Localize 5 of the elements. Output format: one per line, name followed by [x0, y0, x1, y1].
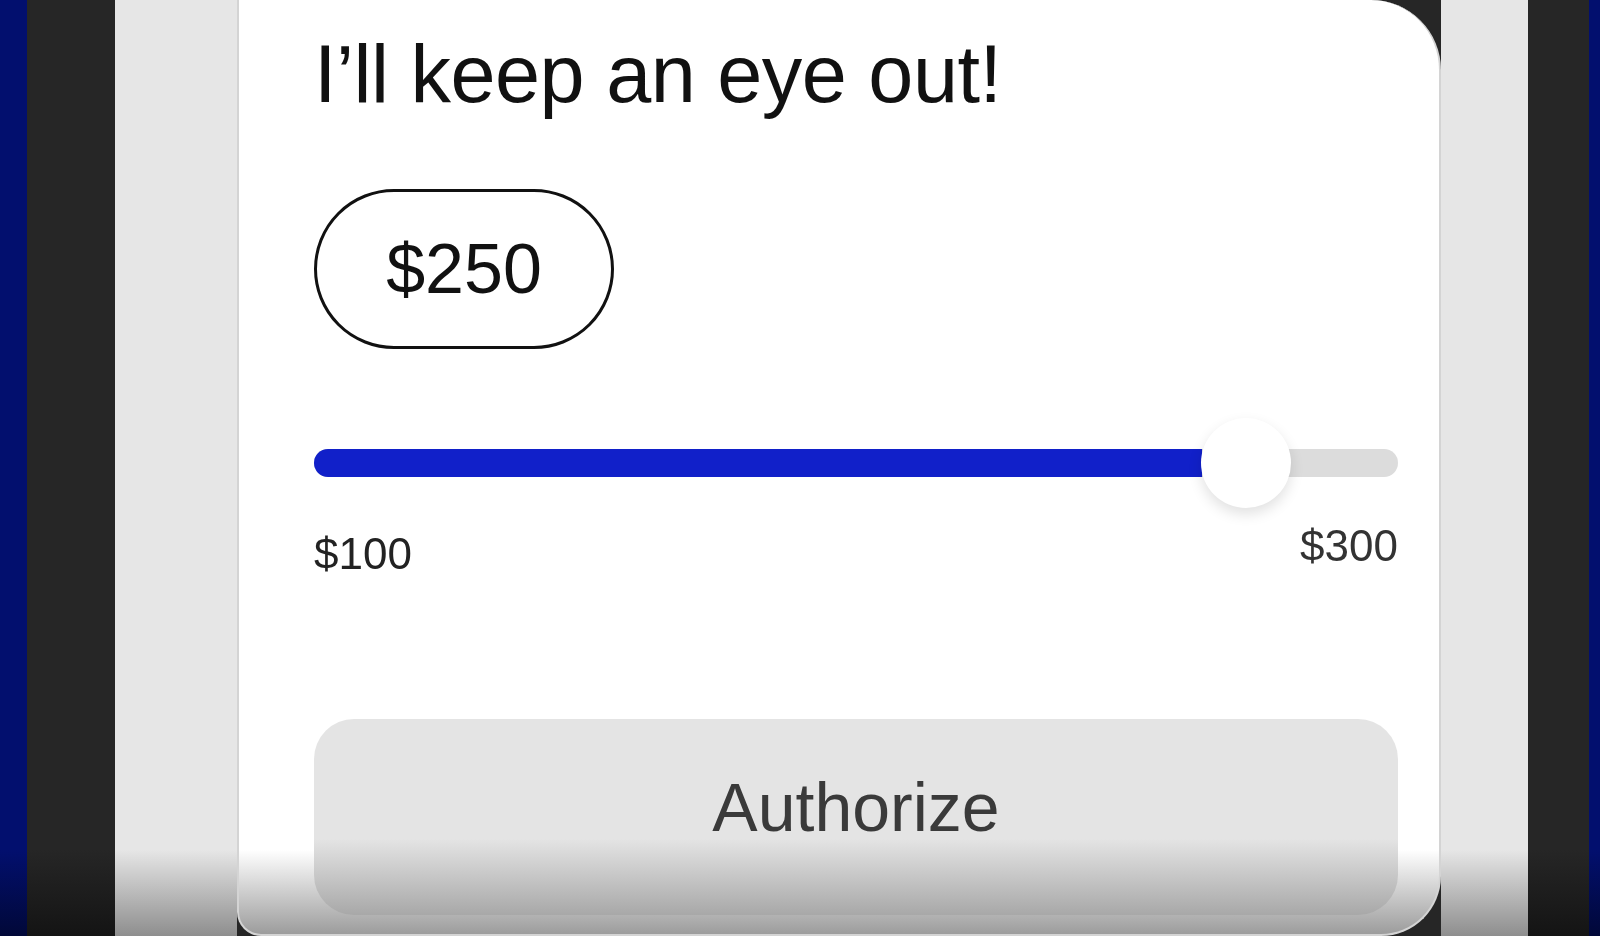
authorize-button[interactable]: Authorize: [314, 719, 1398, 916]
heading: I’ll keep an eye out!: [314, 28, 1002, 121]
min-label: $100: [314, 529, 412, 580]
max-label: $300: [1300, 521, 1398, 572]
amount-field[interactable]: $250: [314, 189, 614, 350]
